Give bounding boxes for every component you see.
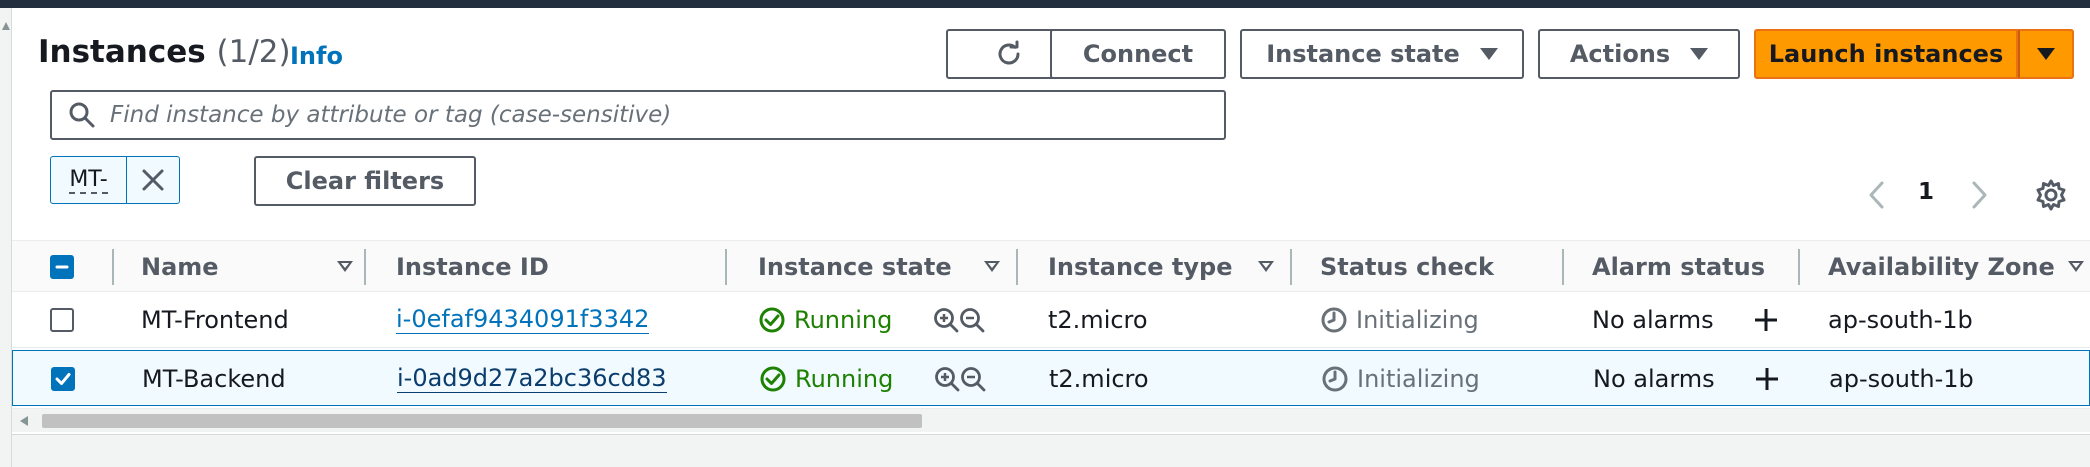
sort-icon[interactable] (337, 261, 353, 272)
actions-dropdown[interactable]: Actions (1538, 29, 1740, 79)
caret-down-icon (1690, 48, 1709, 60)
instance-name: MT-Frontend (141, 306, 289, 334)
info-link[interactable]: Info (290, 42, 343, 70)
column-separator[interactable] (364, 249, 366, 285)
selection-count: (1/2) (216, 34, 291, 70)
select-all-checkbox-box[interactable] (50, 255, 74, 279)
zoom-controls (932, 292, 986, 348)
alarm-status: No alarms (1593, 365, 1715, 393)
search-input[interactable] (110, 102, 1210, 128)
alarm-status: No alarms (1592, 306, 1714, 334)
next-page-button[interactable] (1968, 180, 1990, 214)
instance-state: Running (758, 292, 892, 348)
instance-id-link[interactable]: i-0ad9d27a2bc36cd83 (397, 351, 667, 407)
filter-token[interactable]: MT- (50, 156, 180, 204)
launch-instances-button[interactable]: Launch instances (1754, 29, 2018, 79)
filter-token-label[interactable]: MT- (51, 157, 127, 203)
table-row[interactable]: MT-Frontend i-0efaf9434091f3342 Running … (12, 292, 2090, 348)
scroll-up-arrow-icon[interactable] (2, 22, 10, 30)
instance-type: t2.micro (1049, 365, 1149, 393)
side-scrollbar[interactable] (0, 8, 12, 467)
launch-instances-dropdown[interactable] (2018, 29, 2074, 79)
column-header-instance-state[interactable]: Instance state (758, 241, 1018, 293)
table-header: Name Instance ID Instance state Instance… (12, 240, 2090, 292)
column-header-availability-zone[interactable]: Availability Zone (1828, 241, 2090, 293)
zoom-in-icon[interactable] (933, 365, 961, 393)
check-circle-icon (759, 307, 785, 333)
caret-down-icon (2037, 48, 2055, 60)
chevron-left-icon (1869, 181, 1884, 209)
actions-dropdown-label: Actions (1569, 40, 1671, 68)
search-bar[interactable] (50, 90, 1226, 140)
column-separator[interactable] (725, 249, 727, 285)
zoom-out-icon[interactable] (959, 365, 987, 393)
scroll-left-arrow-icon[interactable] (20, 416, 28, 426)
clear-filters-button[interactable]: Clear filters (254, 156, 476, 206)
page-title-text: Instances (38, 34, 206, 70)
refresh-icon (998, 40, 1020, 65)
chevron-right-icon (1972, 181, 1987, 209)
column-separator[interactable] (112, 249, 114, 285)
row-checkbox-box[interactable] (50, 308, 74, 332)
column-header-instance-type[interactable]: Instance type (1048, 241, 1288, 293)
sort-icon[interactable] (1258, 261, 1274, 272)
row-checkbox[interactable] (50, 292, 74, 348)
indeterminate-icon (55, 265, 69, 269)
column-header-alarm-status[interactable]: Alarm status (1592, 241, 1765, 293)
launch-instances-label: Launch instances (1768, 40, 2004, 68)
panel-footer (12, 434, 2090, 467)
column-separator[interactable] (1562, 249, 1564, 285)
zoom-out-icon[interactable] (958, 306, 986, 334)
select-all-checkbox[interactable] (50, 241, 74, 293)
table-row[interactable]: MT-Backend i-0ad9d27a2bc36cd83 Running t… (12, 350, 2090, 406)
page-title: Instances (1/2) (38, 34, 291, 70)
column-separator[interactable] (1798, 249, 1800, 285)
column-header-instance-id[interactable]: Instance ID (396, 241, 549, 293)
instance-type: t2.micro (1048, 306, 1148, 334)
check-circle-icon (760, 366, 786, 392)
column-header-status-check[interactable]: Status check (1320, 241, 1494, 293)
checkmark-icon (55, 373, 71, 385)
scrollbar-thumb[interactable] (42, 414, 922, 428)
row-checkbox[interactable] (51, 351, 75, 407)
caret-down-icon (1479, 48, 1498, 60)
zoom-in-icon[interactable] (932, 306, 960, 334)
connect-button[interactable]: Connect (1050, 29, 1226, 79)
clock-icon (1321, 307, 1347, 333)
column-separator[interactable] (1290, 249, 1292, 285)
plus-icon (1755, 309, 1777, 331)
plus-icon (1756, 368, 1778, 390)
add-alarm-button[interactable] (1752, 292, 1780, 348)
availability-zone: ap-south-1b (1829, 365, 1974, 393)
sort-icon[interactable] (984, 261, 1000, 272)
search-icon (69, 102, 95, 128)
column-separator[interactable] (1016, 249, 1018, 285)
instance-id-link[interactable]: i-0efaf9434091f3342 (396, 292, 650, 348)
column-header-name[interactable]: Name (141, 241, 361, 293)
availability-zone: ap-south-1b (1828, 306, 1973, 334)
instance-state-dropdown[interactable]: Instance state (1240, 29, 1524, 79)
close-icon (142, 169, 164, 191)
add-alarm-button[interactable] (1753, 351, 1781, 407)
instance-name: MT-Backend (142, 365, 286, 393)
instance-state: Running (759, 351, 893, 407)
clear-filters-label: Clear filters (285, 167, 445, 195)
sort-icon[interactable] (2068, 261, 2084, 272)
clock-icon (1322, 366, 1348, 392)
remove-filter-button[interactable] (127, 157, 179, 203)
instance-state-dropdown-label: Instance state (1266, 40, 1460, 68)
previous-page-button[interactable] (1866, 180, 1888, 214)
gear-icon (2036, 179, 2066, 211)
zoom-controls (933, 351, 987, 407)
row-checkbox-box[interactable] (51, 367, 75, 391)
status-check: Initializing (1320, 292, 1479, 348)
top-navigation-bar (0, 0, 2090, 8)
preferences-button[interactable] (2034, 178, 2068, 216)
status-check: Initializing (1321, 351, 1480, 407)
page-number[interactable]: 1 (1918, 179, 1934, 205)
horizontal-scrollbar[interactable] (12, 408, 2090, 432)
connect-button-label: Connect (1082, 40, 1194, 68)
